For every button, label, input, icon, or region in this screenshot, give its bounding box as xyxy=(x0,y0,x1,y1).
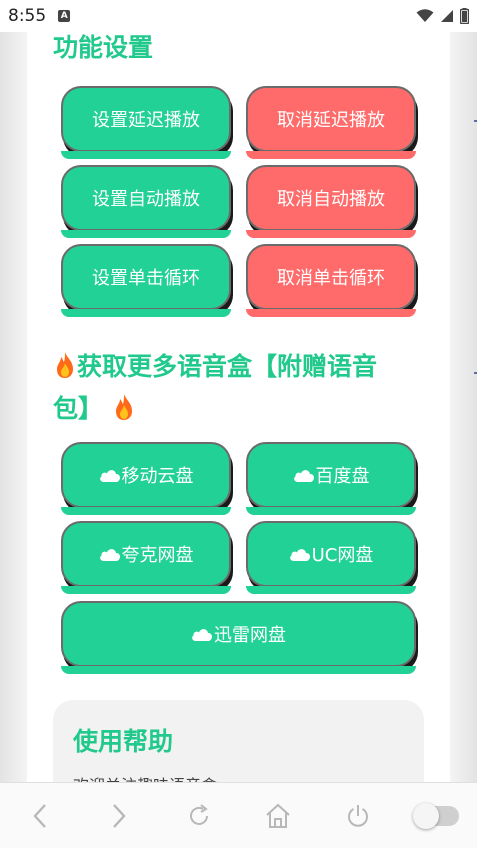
xunlei-pan-button[interactable]: 迅雷网盘 xyxy=(61,601,416,674)
reload-button[interactable] xyxy=(175,792,223,840)
help-panel: 使用帮助 欢迎关注趣味语音盒 xyxy=(53,700,424,782)
toggle-track xyxy=(413,802,460,829)
mobile-cloud-label: 移动云盘 xyxy=(121,466,194,487)
cancel-click-loop-label: 取消单击循环 xyxy=(277,268,385,289)
status-icons xyxy=(416,8,469,24)
baidu-pan-button[interactable]: 百度盘 xyxy=(246,442,416,515)
get-more-title-text: 获取更多语音盒【附赠语音包】 xyxy=(53,352,378,423)
help-text: 欢迎关注趣味语音盒 xyxy=(73,772,217,782)
content-card[interactable]: 功能设置 设置延迟播放 取消延迟播放 设置自动播放 取消自动播放 设置单击循环 … xyxy=(27,32,450,782)
quark-pan-button[interactable]: 夸克网盘 xyxy=(61,521,231,594)
xunlei-pan-label: 迅雷网盘 xyxy=(214,625,286,646)
wifi-icon xyxy=(416,9,434,22)
set-auto-play-label: 设置自动播放 xyxy=(92,189,200,210)
function-settings-title: 功能设置 xyxy=(53,33,154,62)
page-left-margin xyxy=(0,32,27,782)
bottom-nav-bar xyxy=(0,782,477,848)
cancel-auto-play-label: 取消自动播放 xyxy=(277,189,385,210)
fire-icon xyxy=(57,352,73,378)
set-delay-play-button[interactable]: 设置延迟播放 xyxy=(61,86,231,159)
home-button[interactable] xyxy=(254,792,302,840)
set-delay-play-label: 设置延迟播放 xyxy=(92,110,200,131)
toggle-switch[interactable] xyxy=(413,792,461,840)
baidu-pan-label: 百度盘 xyxy=(315,466,370,487)
cloud-icon xyxy=(293,469,314,482)
cancel-click-loop-button[interactable]: 取消单击循环 xyxy=(246,244,416,317)
cloud-icon xyxy=(99,548,120,561)
cloud-icon xyxy=(192,628,212,641)
notification-a-icon: A xyxy=(58,10,71,22)
cancel-delay-play-label: 取消延迟播放 xyxy=(277,110,385,131)
help-title: 使用帮助 xyxy=(73,727,174,756)
forward-button[interactable] xyxy=(95,792,143,840)
quark-pan-label: 夸克网盘 xyxy=(121,545,194,566)
uc-pan-button[interactable]: UC网盘 xyxy=(246,521,416,594)
mobile-cloud-button[interactable]: 移动云盘 xyxy=(61,442,231,515)
signal-icon xyxy=(441,10,453,22)
power-button[interactable] xyxy=(334,792,382,840)
battery-icon xyxy=(460,8,469,24)
cancel-delay-play-button[interactable]: 取消延迟播放 xyxy=(246,86,416,159)
page-right-margin xyxy=(450,32,477,782)
status-time: 8:55 xyxy=(8,6,47,26)
set-auto-play-button[interactable]: 设置自动播放 xyxy=(61,165,231,238)
forward-icon xyxy=(113,803,126,828)
reload-icon xyxy=(189,803,208,825)
cloud-icon xyxy=(99,469,120,482)
back-icon xyxy=(33,803,46,828)
home-icon xyxy=(266,803,290,828)
fire-icon xyxy=(115,394,132,420)
uc-pan-label: UC网盘 xyxy=(311,545,374,566)
get-more-title: 获取更多语音盒【附赠语音包】 xyxy=(53,346,423,430)
toggle-knob xyxy=(413,802,440,829)
set-click-loop-label: 设置单击循环 xyxy=(92,268,200,289)
status-bar: 8:55 A xyxy=(0,0,477,32)
cloud-icon xyxy=(289,548,310,561)
power-icon xyxy=(347,804,368,827)
set-click-loop-button[interactable]: 设置单击循环 xyxy=(61,244,231,317)
cancel-auto-play-button[interactable]: 取消自动播放 xyxy=(246,165,416,238)
back-button[interactable] xyxy=(16,792,64,840)
